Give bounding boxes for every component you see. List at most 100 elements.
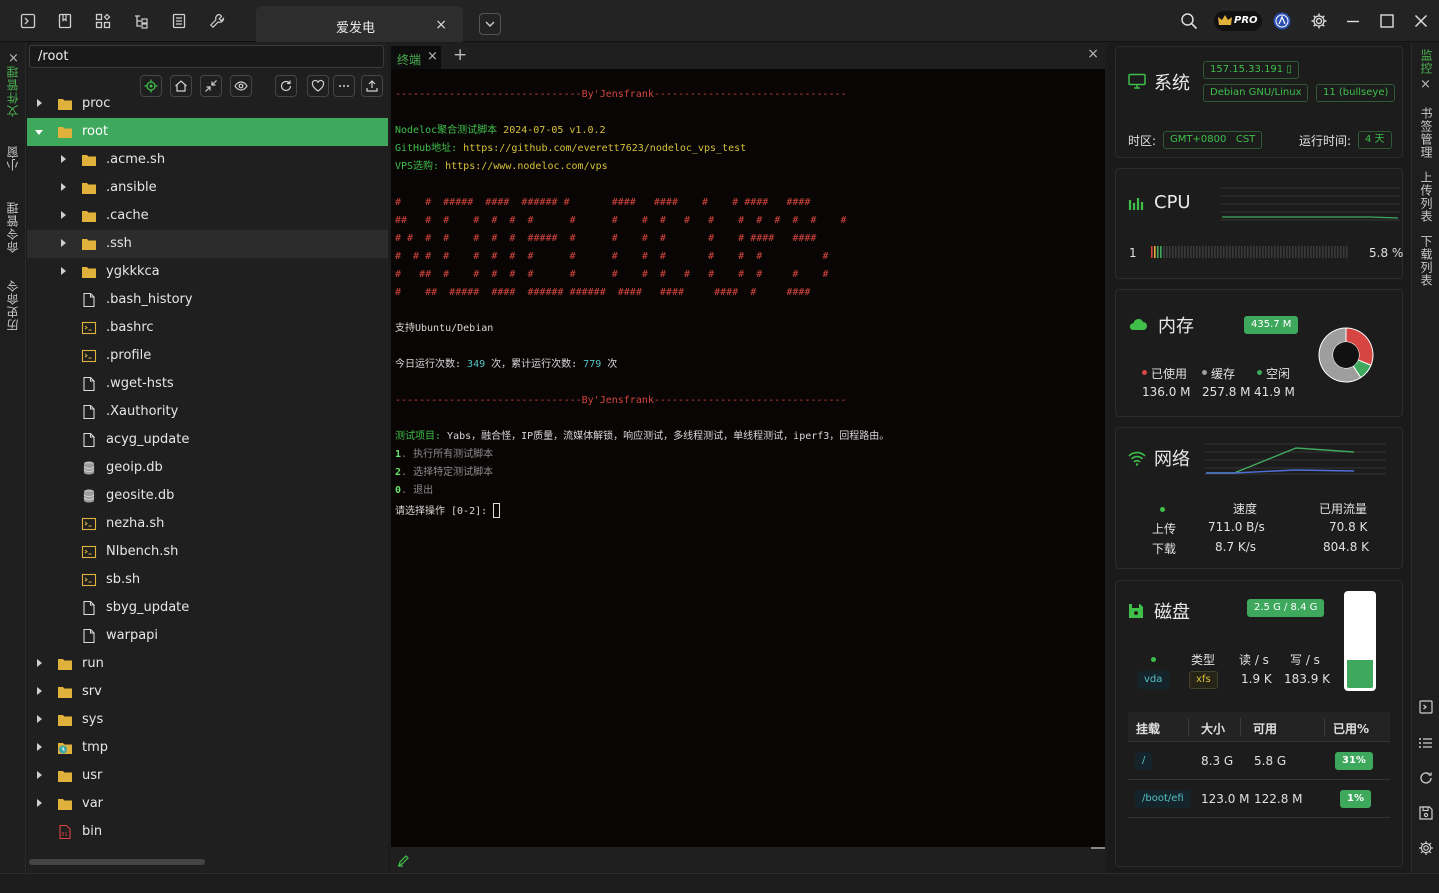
tree-item-usr[interactable]: usr <box>27 762 388 790</box>
horizontal-scrollbar[interactable] <box>29 859 205 865</box>
tree-item-profile[interactable]: .profile <box>27 342 388 370</box>
sidebar-item-file-manager[interactable]: 文件管理 <box>4 65 21 117</box>
ascii-art-line: ## # # # # # # # # # # # # # # # # # # <box>395 215 847 226</box>
tab-afdian[interactable]: 爱发电 × <box>256 6 463 42</box>
cpu-history-chart <box>1220 187 1400 221</box>
sidebar-item-download-list[interactable]: 下载列表 <box>1418 235 1435 287</box>
chevron-right-icon[interactable] <box>37 799 42 807</box>
gear-icon[interactable] <box>1418 840 1434 856</box>
tree-item-bash-history[interactable]: .bash_history <box>27 286 388 314</box>
tree-item-acme-sh[interactable]: .acme.sh <box>27 146 388 174</box>
sidebar-item-bookmarks[interactable]: 书签管理 <box>1418 107 1435 159</box>
chevron-down-icon[interactable] <box>35 130 43 135</box>
tree-item-nezha-sh[interactable]: nezha.sh <box>27 510 388 538</box>
tree-item-tmp[interactable]: tmp <box>27 734 388 762</box>
tree-item-sys[interactable]: sys <box>27 706 388 734</box>
close-terminal-panel-button[interactable]: × <box>1087 46 1099 62</box>
sidebar-item-monitor[interactable]: 监控 <box>1418 49 1435 75</box>
settings-gear-icon[interactable] <box>1310 12 1328 30</box>
chevron-right-icon[interactable] <box>37 99 42 107</box>
cpu-tick <box>1256 246 1258 258</box>
chevron-right-icon[interactable] <box>37 687 42 695</box>
tree-item-acyg-update[interactable]: acyg_update <box>27 426 388 454</box>
chevron-right-icon[interactable] <box>61 183 66 191</box>
tree-item-label: acyg_update <box>106 432 190 447</box>
os-chip: Debian GNU/Linux <box>1203 84 1309 102</box>
tree-item-nlbench-sh[interactable]: Nlbench.sh <box>27 538 388 566</box>
chevron-right-icon[interactable] <box>37 659 42 667</box>
cpu-tick <box>1151 246 1153 258</box>
list-bullets-icon[interactable] <box>1418 735 1434 751</box>
tree-item-root[interactable]: root <box>27 118 388 146</box>
terminal-output[interactable]: -------------------------------By'Jensfr… <box>391 69 1105 847</box>
tree-item-var[interactable]: var <box>27 790 388 818</box>
tree-item-bashrc[interactable]: .bashrc <box>27 314 388 342</box>
sidebar-item-history[interactable]: 历史命令 <box>4 279 21 331</box>
tree-item-run[interactable]: run <box>27 650 388 678</box>
tree-item-ansible[interactable]: .ansible <box>27 174 388 202</box>
minimize-icon[interactable] <box>1344 12 1362 30</box>
close-icon[interactable] <box>1412 12 1430 30</box>
sidebar-item-command-manager[interactable]: 命令管理 <box>4 201 21 253</box>
tree-item-cache[interactable]: .cache <box>27 202 388 230</box>
tab-dropdown-button[interactable] <box>479 13 501 35</box>
chevron-right-icon[interactable] <box>37 771 42 779</box>
used-label: 已使用 <box>1151 367 1188 381</box>
maximize-icon[interactable] <box>1378 12 1396 30</box>
file-icon <box>81 600 97 616</box>
bookmark-icon[interactable] <box>57 13 73 29</box>
tree-item-label: run <box>82 656 104 671</box>
tree-item-ssh[interactable]: .ssh <box>27 230 388 258</box>
tree-item-geosite-db[interactable]: geosite.db <box>27 482 388 510</box>
tree-item-warpapi[interactable]: warpapi <box>27 622 388 650</box>
save-icon[interactable] <box>1418 805 1434 821</box>
refresh-circle-icon[interactable] <box>1418 770 1434 786</box>
tree-item-geoip-db[interactable]: geoip.db <box>27 454 388 482</box>
script-file-icon <box>81 320 97 336</box>
disk-status-dot <box>1151 657 1156 662</box>
sidebar-item-upload-list[interactable]: 上传列表 <box>1418 171 1435 223</box>
tree-item-sb-sh[interactable]: sb.sh <box>27 566 388 594</box>
add-terminal-button[interactable]: + <box>453 45 467 65</box>
tree-item-wget-hsts[interactable]: .wget-hsts <box>27 370 388 398</box>
chevron-right-icon[interactable] <box>61 267 66 275</box>
chevron-right-icon[interactable] <box>37 715 42 723</box>
edit-icon[interactable] <box>397 853 411 867</box>
tree-icon[interactable] <box>133 13 149 29</box>
tree-item-srv[interactable]: srv <box>27 678 388 706</box>
tree-item-sbyg-update[interactable]: sbyg_update <box>27 594 388 622</box>
path-input[interactable] <box>29 45 384 68</box>
tree-item-ygkkkca[interactable]: ygkkkca <box>27 258 388 286</box>
chelsea-logo-icon[interactable] <box>1273 12 1291 30</box>
list-icon[interactable] <box>171 13 187 29</box>
ip-chip[interactable]: 157.15.33.191 ▯ <box>1203 61 1299 79</box>
grid-icon[interactable] <box>95 13 111 29</box>
chevron-right-icon[interactable] <box>37 743 42 751</box>
tree-item-label: Nlbench.sh <box>106 544 179 559</box>
chevron-right-icon[interactable] <box>61 239 66 247</box>
wrench-icon[interactable] <box>209 13 225 29</box>
terminal-tab-close[interactable]: × <box>427 49 438 64</box>
tree-item-proc[interactable]: proc <box>27 90 388 118</box>
terminal-icon[interactable] <box>20 13 36 29</box>
chevron-right-icon[interactable] <box>61 211 66 219</box>
cpu-tick <box>1316 246 1318 258</box>
tree-item-label: proc <box>82 96 111 111</box>
resize-handle[interactable] <box>1091 847 1105 849</box>
tab-close-button[interactable]: × <box>435 17 447 33</box>
chevron-right-icon[interactable] <box>61 155 66 163</box>
tree-item-xauthority[interactable]: .Xauthority <box>27 398 388 426</box>
tab-terminal[interactable]: 终端 × <box>391 46 441 69</box>
cpu-tick <box>1289 246 1291 258</box>
pro-badge[interactable]: PRO <box>1214 11 1262 31</box>
tree-item-bin[interactable]: 01 bin <box>27 818 388 846</box>
terminal-small-icon[interactable] <box>1418 699 1434 715</box>
cpu-tick <box>1337 246 1339 258</box>
mount-avail: 5.8 G <box>1254 754 1287 768</box>
tree-item-label: .profile <box>106 348 152 363</box>
close-monitor-icon[interactable]: × <box>1420 77 1431 92</box>
close-panel-icon[interactable]: × <box>8 51 19 66</box>
divider-line: -------------------------------By'Jensfr… <box>395 395 847 406</box>
sidebar-item-mini-window[interactable]: 小窗 <box>4 145 21 171</box>
search-icon[interactable] <box>1180 12 1198 30</box>
